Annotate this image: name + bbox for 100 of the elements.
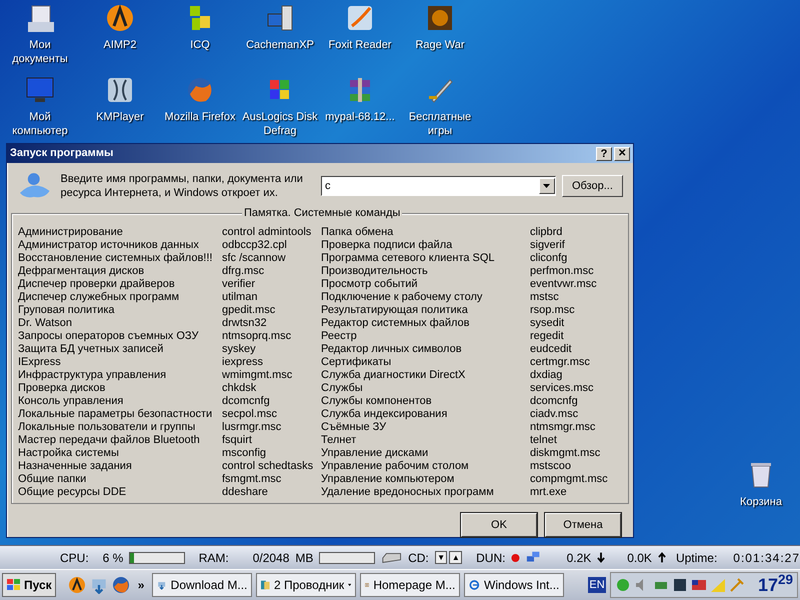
desktop-shortcut[interactable]: ICQ: [160, 2, 240, 68]
language-indicator[interactable]: EN: [588, 576, 606, 594]
command-text: lusrmgr.msc: [222, 421, 282, 434]
command-name: Запросы операторов съемных ОЗУ: [18, 330, 200, 343]
help-button[interactable]: ?: [596, 146, 612, 160]
command-name: Службы компонентов: [321, 395, 433, 408]
desktop-shortcut[interactable]: AusLogics Disk Defrag: [240, 74, 320, 140]
command-text: perfmon.msc: [530, 265, 595, 278]
desktop-shortcut[interactable]: KMPlayer: [80, 74, 160, 140]
command-name: Консоль управления: [18, 395, 124, 408]
command-text: sigverif: [530, 239, 566, 252]
command-text: control schedtasks: [222, 460, 314, 473]
close-tray-button[interactable]: ▲: [449, 551, 462, 564]
task-icon: [469, 577, 480, 593]
command-text: dfrg.msc: [222, 265, 266, 278]
open-field[interactable]: c: [321, 176, 556, 196]
command-name: Администрирование: [18, 226, 124, 239]
dialog-button[interactable]: OK: [461, 513, 537, 537]
command-name: Диспечер служебных программ: [18, 291, 180, 304]
command-name: Локальные пользователи и группы: [18, 421, 196, 434]
desktop-shortcut[interactable]: Mozilla Firefox: [160, 74, 240, 140]
command-name: Производительность: [321, 265, 429, 278]
command-name: Папка обмена: [321, 226, 394, 239]
app-icon: [104, 2, 136, 34]
command-name: Администратор источников данных: [18, 239, 200, 252]
more-button[interactable]: »: [134, 576, 148, 594]
taskbar-button[interactable]: Download M...: [152, 573, 252, 597]
command-name: Диспечер проверки драйверов: [18, 278, 176, 291]
desktop-shortcut[interactable]: Rage War: [400, 2, 480, 68]
command-name: Груповая политика: [18, 304, 116, 317]
command-name: Редактор личных символов: [321, 343, 463, 356]
command-name: Телнет: [321, 434, 358, 447]
command-name: Дефрагментация дисков: [18, 265, 146, 278]
command-text: dcomcnfg: [530, 395, 579, 408]
cd-label: CD:: [408, 550, 429, 566]
close-button[interactable]: ✕: [614, 146, 630, 160]
command-text: control admintools: [222, 226, 312, 239]
command-text: mstsc: [530, 291, 560, 304]
command-text: msconfig: [222, 447, 268, 460]
command-text: wmimgmt.msc: [222, 369, 294, 382]
down-arrow-icon: [597, 552, 606, 563]
desktop-shortcut[interactable]: Бесплатные игры: [400, 74, 480, 140]
eject-button[interactable]: ▼: [434, 551, 448, 564]
up-arrow-icon: [658, 552, 666, 563]
command-text: utilman: [222, 291, 258, 304]
command-name: Dr. Watson: [18, 317, 73, 330]
command-text: ntmsmgr.msc: [530, 421, 596, 434]
taskbar-button[interactable]: Windows Int...: [464, 573, 564, 597]
command-text: services.msc: [530, 382, 595, 395]
browse-button[interactable]: Обзор...: [562, 175, 624, 197]
command-name: Общие папки: [18, 473, 88, 486]
command-text: ciadv.msc: [530, 408, 580, 421]
uptime-label: Uptime:: [676, 550, 718, 566]
command-name: Управление рабочим столом: [321, 460, 470, 473]
command-text: odbccp32.cpl: [222, 239, 288, 252]
command-text: diskmgmt.msc: [530, 447, 602, 460]
command-text: telnet: [530, 434, 558, 447]
desktop-shortcut[interactable]: Мои документы: [0, 2, 80, 68]
taskbar-button[interactable]: 2 Проводник: [256, 573, 356, 597]
command-text: certmgr.msc: [530, 356, 591, 369]
command-text: rsop.msc: [530, 304, 576, 317]
command-name: Результатирующая политика: [321, 304, 469, 317]
ram-unit: MB: [295, 550, 314, 566]
desktop-shortcut[interactable]: Мой компьютер: [0, 74, 80, 140]
ram-value: 0/2048: [252, 550, 290, 566]
window-title: Запуск программы: [10, 146, 114, 162]
open-input[interactable]: c: [322, 178, 539, 194]
firefox-launch-icon[interactable]: [112, 576, 130, 594]
command-name: Назначенные задания: [18, 460, 133, 473]
desktop-shortcut[interactable]: Foxit Reader: [320, 2, 400, 68]
dropdown-button[interactable]: [538, 178, 555, 194]
dialog-button[interactable]: Отмена: [545, 513, 621, 537]
command-name: Сертификаты: [321, 356, 392, 369]
aimp-launch-icon[interactable]: [68, 576, 86, 594]
command-name: Редактор системных файлов: [321, 317, 470, 330]
command-name: Проверка подписи файла: [321, 239, 454, 252]
ram-label: RAM:: [198, 550, 229, 566]
command-text: regedit: [530, 330, 565, 343]
start-button[interactable]: Пуск: [2, 573, 56, 597]
command-text: mrt.exe: [530, 486, 568, 499]
command-text: fsquirt: [222, 434, 253, 447]
command-name: Мастер передачи файлов Bluetooth: [18, 434, 201, 447]
command-text: dcomcnfg: [222, 395, 271, 408]
status-dot-icon: [511, 552, 520, 562]
desktop-shortcut[interactable]: Корзина: [730, 460, 792, 510]
command-text: dxdiag: [530, 369, 564, 382]
command-text: verifier: [222, 278, 256, 291]
tray-icon[interactable]: [672, 577, 688, 593]
taskbar-button[interactable]: Homepage M...: [360, 573, 460, 597]
command-text: sfc /scannow: [222, 252, 287, 265]
command-name: Настройка системы: [18, 447, 120, 460]
desktop-shortcut[interactable]: CachemanXP: [240, 2, 320, 68]
flag-icon[interactable]: [690, 577, 707, 593]
desktop-shortcut[interactable]: mypal-68.12...: [320, 74, 400, 140]
command-name: Защита БД учетных записей: [18, 343, 164, 356]
command-text: fsmgmt.msc: [222, 473, 282, 486]
command-text: drwtsn32: [222, 317, 268, 330]
desktop-shortcut[interactable]: AIMP2: [80, 2, 160, 68]
command-name: Съёмные ЗУ: [321, 421, 388, 434]
cpu-value: 6 %: [102, 550, 124, 566]
